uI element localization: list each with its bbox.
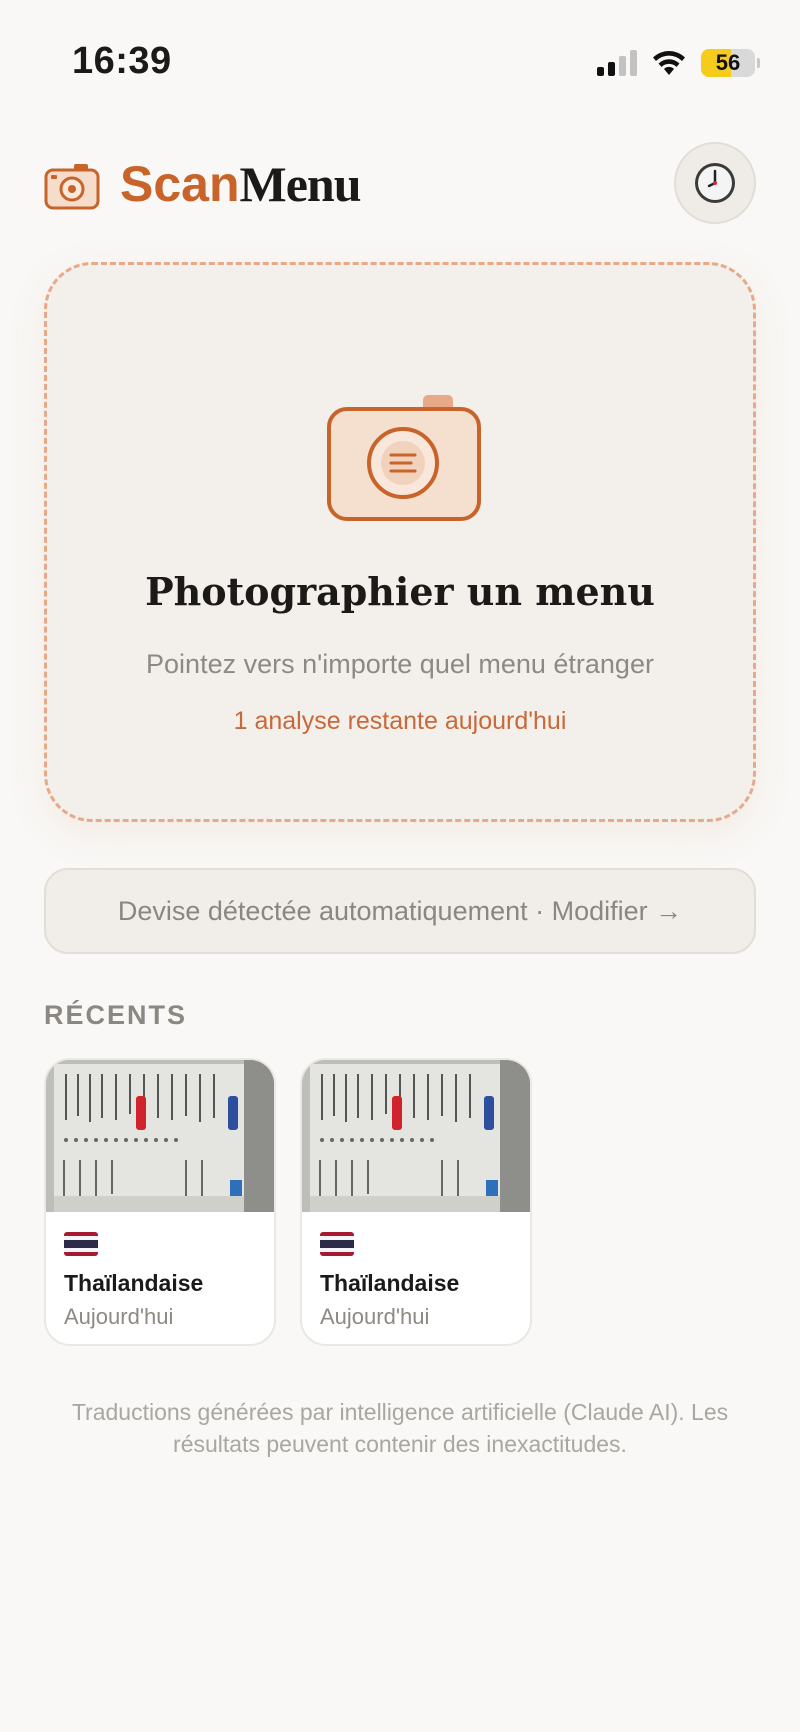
app-brand: ScanMenu xyxy=(120,154,362,213)
thailand-flag-icon xyxy=(320,1232,354,1256)
scan-menu-card[interactable]: Photographier un menu Pointez vers n'imp… xyxy=(44,262,756,822)
battery-icon: 56 xyxy=(701,49,755,77)
recent-cuisine: Thaïlandaise xyxy=(320,1270,460,1296)
clock-icon xyxy=(695,163,735,203)
camera-logo-icon xyxy=(44,164,100,210)
status-icons: 56 xyxy=(597,46,760,80)
recent-cuisine: Thaïlandaise xyxy=(64,1270,204,1296)
currency-modify-button[interactable]: Devise détectée automatiquement · Modifi… xyxy=(44,868,756,954)
menu-camera-icon xyxy=(327,395,481,521)
menu-thumbnail xyxy=(302,1060,530,1212)
history-button[interactable] xyxy=(674,142,756,224)
status-bar: 16:39 56 xyxy=(0,0,800,120)
recents-heading: RÉCENTS xyxy=(44,1000,188,1030)
cellular-signal-icon xyxy=(597,50,637,76)
brand-scan: Scan xyxy=(120,156,240,212)
status-time: 16:39 xyxy=(72,40,172,82)
thailand-flag-icon xyxy=(64,1232,98,1256)
app-header: ScanMenu xyxy=(44,140,756,230)
scan-title: Photographier un menu xyxy=(145,569,655,614)
currency-label: Devise détectée automatiquement · Modifi… xyxy=(117,895,683,926)
wifi-icon xyxy=(653,51,685,75)
recent-date: Aujourd'hui xyxy=(320,1304,430,1329)
menu-thumbnail xyxy=(46,1060,274,1212)
brand-menu: Menu xyxy=(239,156,362,212)
recent-scan-card[interactable]: Thaïlandaise Aujourd'hui xyxy=(44,1058,276,1346)
scan-subtitle: Pointez vers n'importe quel menu étrange… xyxy=(146,649,654,679)
ai-disclaimer: Traductions générées par intelligence ar… xyxy=(71,1399,729,1457)
scans-remaining-label: 1 analyse restante aujourd'hui xyxy=(233,707,567,735)
battery-level: 56 xyxy=(715,50,741,75)
recent-date: Aujourd'hui xyxy=(64,1304,174,1329)
recent-scan-card[interactable]: Thaïlandaise Aujourd'hui xyxy=(300,1058,532,1346)
battery-nub xyxy=(757,58,760,68)
